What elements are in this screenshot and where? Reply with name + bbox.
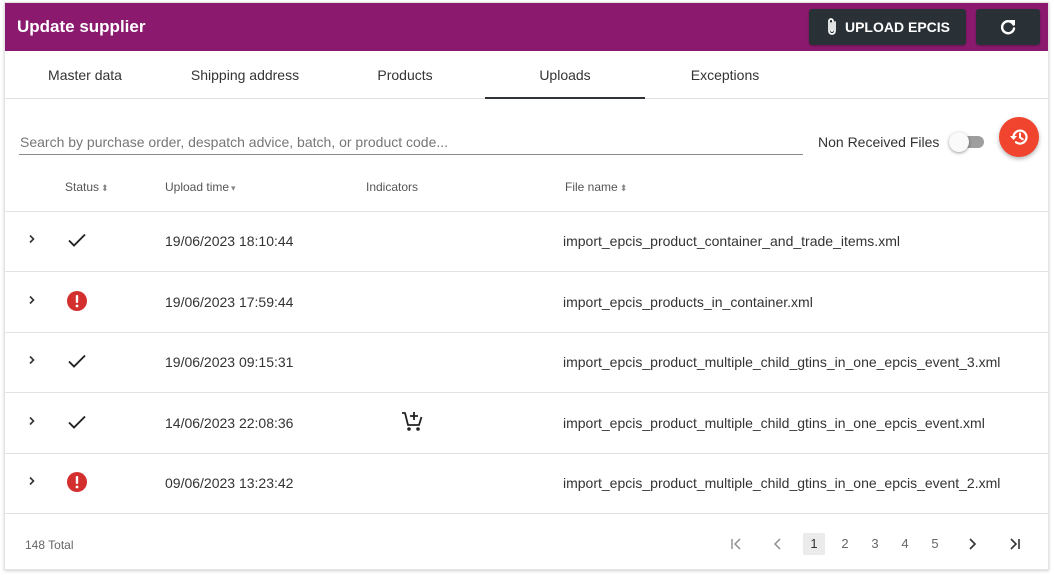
upload-time: 09/06/2023 13:23:42 [165,475,294,491]
check-icon [68,354,86,368]
upload-epcis-label: UPLOAD EPCIS [844,19,950,35]
error-icon [67,472,87,492]
file-name: import_epcis_product_multiple_child_gtin… [563,354,1001,370]
check-icon [68,415,86,429]
page-2-button[interactable]: 2 [834,533,856,555]
table-row[interactable]: 09/06/2023 13:23:42 import_epcis_product… [5,454,1048,514]
first-page-icon[interactable] [725,533,747,555]
page-title: Update supplier [17,17,146,36]
table-row[interactable]: 19/06/2023 09:15:31 import_epcis_product… [5,333,1048,393]
page-3-button[interactable]: 3 [864,533,886,555]
non-received-files-label: Non Received Files [818,134,940,150]
sort-descending-icon: ▾ [231,183,236,193]
file-name: import_epcis_products_in_container.xml [563,294,813,310]
tab-bar: Master data Shipping address Products Up… [5,51,1048,99]
chevron-right-icon[interactable] [25,232,39,246]
check-icon [68,233,86,247]
update-supplier-panel: Update supplier UPLOAD EPCIS Master data… [4,2,1049,570]
column-header-file-name[interactable]: File name ⬍ [565,180,627,194]
column-label-upload-time: Upload time [165,180,230,194]
table-row[interactable]: 14/06/2023 22:08:36 import_epcis_product… [5,394,1048,454]
table-row[interactable]: 19/06/2023 17:59:44 import_epcis_product… [5,273,1048,333]
column-header-status[interactable]: Status ⬍ [65,180,109,194]
toggle-thumb [949,132,969,152]
table-row[interactable]: 19/06/2023 18:10:44 import_epcis_product… [5,212,1048,272]
error-icon [67,291,87,311]
column-header-indicators: Indicators [366,180,418,194]
column-label-file-name: File name [565,180,618,194]
upload-time: 19/06/2023 09:15:31 [165,354,294,370]
chevron-right-icon[interactable] [25,414,39,428]
next-page-icon[interactable] [961,533,983,555]
upload-time: 19/06/2023 18:10:44 [165,233,294,249]
upload-time: 14/06/2023 22:08:36 [165,415,294,431]
last-page-icon[interactable] [1004,533,1026,555]
refresh-icon [1000,20,1016,35]
panel-header: Update supplier UPLOAD EPCIS [5,3,1048,51]
chevron-right-icon[interactable] [25,474,39,488]
chevron-right-icon[interactable] [25,353,39,367]
search-input[interactable] [19,129,803,155]
history-button[interactable] [999,117,1039,157]
sort-icon: ⬍ [101,183,109,193]
tab-uploads[interactable]: Uploads [485,51,645,99]
tab-exceptions[interactable]: Exceptions [645,51,805,99]
paperclip-icon [828,18,836,35]
tab-master-data[interactable]: Master data [5,51,165,99]
page-5-button[interactable]: 5 [924,533,946,555]
column-label-indicators: Indicators [366,180,419,194]
sort-icon: ⬍ [619,183,628,193]
tab-products[interactable]: Products [325,51,485,99]
column-label-status: Status [65,180,100,194]
chevron-right-icon[interactable] [25,293,39,307]
column-header-upload-time[interactable]: Upload time ▾ [165,180,236,194]
file-name: import_epcis_product_multiple_child_gtin… [563,415,985,431]
file-name: import_epcis_product_container_and_trade… [563,233,900,249]
add-shopping-cart-icon [402,412,423,431]
total-count: 148 Total [25,538,74,552]
page-1-button[interactable]: 1 [803,533,825,555]
refresh-button[interactable] [976,9,1040,45]
non-received-files-toggle[interactable] [949,132,985,152]
file-name: import_epcis_product_multiple_child_gtin… [563,475,1001,491]
upload-time: 19/06/2023 17:59:44 [165,294,294,310]
previous-page-icon[interactable] [767,533,789,555]
history-icon [1010,129,1028,145]
upload-epcis-button[interactable]: UPLOAD EPCIS [809,9,966,45]
page-4-button[interactable]: 4 [894,533,916,555]
tab-shipping-address[interactable]: Shipping address [165,51,325,99]
